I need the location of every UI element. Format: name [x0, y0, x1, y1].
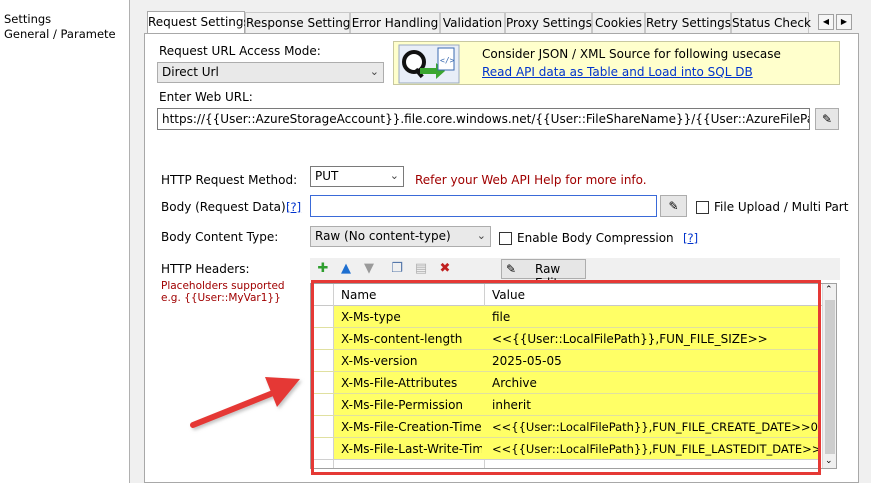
url-mode-value: Direct Url — [162, 65, 219, 79]
tab-validation[interactable]: Validation — [440, 12, 505, 34]
arrow-up-icon[interactable]: ▲ — [337, 260, 355, 278]
annotation-arrow-icon — [190, 377, 300, 428]
svg-text:</>: </> — [440, 56, 455, 65]
chevron-down-icon: ⌄ — [389, 169, 399, 182]
tab-retry-settings[interactable]: Retry Settings — [645, 12, 731, 34]
method-value: PUT — [315, 169, 339, 183]
copy-icon[interactable]: ❐ — [388, 260, 406, 278]
web-url-edit-button[interactable]: ✎ — [815, 108, 839, 130]
method-hint: Refer your Web API Help for more info. — [415, 173, 647, 187]
enable-compression-checkbox[interactable] — [499, 232, 512, 245]
chevron-down-icon: ⌄ — [476, 229, 486, 242]
annotation-highlight-box — [311, 280, 821, 475]
tab-response-settings[interactable]: Response Settings — [245, 12, 357, 34]
body-label: Body (Request Data): — [161, 200, 290, 214]
body-help-link[interactable]: [?] — [286, 200, 301, 214]
content-type-value: Raw (No content-type) — [315, 229, 451, 243]
tab-strip: Request Settings Response Settings Error… — [144, 11, 871, 35]
chevron-down-icon[interactable]: ⌄ — [825, 456, 833, 466]
method-label: HTTP Request Method: — [161, 173, 298, 187]
promo-text: Consider JSON / XML Source for following… — [482, 47, 781, 61]
raw-edit-button[interactable]: ✎ Raw Edit — [501, 259, 586, 290]
edit-icon: ✎ — [821, 112, 833, 126]
enable-compression-label: Enable Body Compression — [517, 231, 674, 245]
tab-error-handling[interactable]: Error Handling — [350, 12, 440, 34]
file-upload-label: File Upload / Multi Part — [714, 200, 849, 214]
url-mode-label: Request URL Access Mode: — [159, 44, 321, 58]
left-panel-item-general[interactable]: General / Paramete — [4, 27, 126, 41]
file-upload-checkbox[interactable] — [696, 201, 709, 214]
edit-icon: ✎ — [668, 199, 679, 213]
content-type-label: Body Content Type: — [161, 230, 279, 244]
json-source-icon: </> — [398, 44, 460, 84]
tab-status-check[interactable]: Status Check — [731, 12, 811, 34]
delete-icon[interactable]: ✖ — [436, 260, 454, 278]
scrollbar-thumb[interactable] — [825, 300, 835, 454]
placeholder-note-1: Placeholders supported — [161, 280, 285, 292]
promo-link[interactable]: Read API data as Table and Load into SQL… — [482, 65, 753, 79]
web-url-input[interactable]: https://{{User::AzureStorageAccount}}.fi… — [157, 108, 810, 130]
tab-proxy-settings[interactable]: Proxy Settings — [505, 12, 592, 34]
web-url-label: Enter Web URL: — [159, 90, 253, 104]
tab-request-settings[interactable]: Request Settings — [147, 11, 250, 35]
add-icon[interactable]: ✚ — [314, 260, 332, 278]
left-panel: Settings General / Paramete — [0, 0, 130, 483]
url-mode-select[interactable]: Direct Url ⌄ — [157, 62, 384, 83]
left-panel-item-settings[interactable]: Settings — [4, 12, 126, 26]
chevron-left-icon[interactable]: ◀ — [818, 14, 834, 30]
promo-note: </> Consider JSON / XML Source for follo… — [393, 41, 840, 85]
headers-label: HTTP Headers: — [161, 262, 250, 276]
edit-icon: ✎ — [506, 262, 517, 276]
content-type-select[interactable]: Raw (No content-type) ⌄ — [310, 226, 491, 247]
chevron-up-icon[interactable]: ⌃ — [825, 285, 833, 295]
content-type-help-link[interactable]: [?] — [683, 231, 698, 245]
body-edit-button[interactable]: ✎ — [660, 195, 687, 217]
arrow-down-icon[interactable]: ▼ — [360, 260, 378, 278]
body-input[interactable] — [310, 195, 657, 217]
grid-scrollbar[interactable]: ⌃ ⌄ — [822, 284, 836, 468]
tab-cookies[interactable]: Cookies — [592, 12, 645, 34]
method-select[interactable]: PUT ⌄ — [310, 166, 404, 187]
paste-icon[interactable]: ▤ — [412, 260, 430, 278]
chevron-down-icon: ⌄ — [369, 65, 379, 78]
placeholder-note-2: e.g. {{User::MyVar1}} — [161, 292, 281, 304]
chevron-right-icon[interactable]: ▶ — [836, 14, 852, 30]
